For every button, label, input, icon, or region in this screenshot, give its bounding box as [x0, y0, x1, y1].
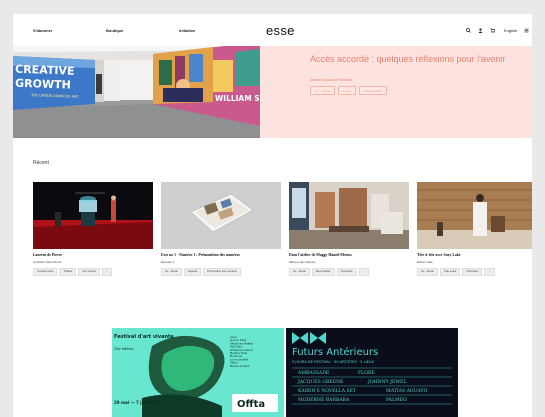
ad-futurs-lineup: FLORE — [358, 370, 375, 376]
article-title[interactable]: Dans l'atelier de Maggy Hamel-Metsos — [289, 253, 409, 258]
article-author[interactable]: Christian Saint-Pierre — [33, 260, 153, 264]
article-thumbnail[interactable] — [289, 182, 409, 249]
nav-link-subscribe[interactable]: S'abonner — [33, 28, 52, 33]
ad-futurs-subtitle: 5 JOURS DE FESTIVAL · 50 ARTISTES · 5 LI… — [292, 360, 375, 364]
ad-offta-logo: Offta — [237, 399, 265, 410]
ad-offta-title: Festival d'art vivante — [114, 334, 174, 340]
article-tag[interactable]: Capsule — [183, 267, 202, 276]
section-title-recent: Récent — [33, 160, 49, 166]
article-tag[interactable]: Chronique — [336, 267, 357, 276]
article-card[interactable]: Dans l'atelier de Maggy Hamel-Metsos Mar… — [289, 182, 409, 276]
article-thumbnail[interactable] — [417, 182, 532, 249]
mural-text-william-scott: WILLIAM SCOTT — [215, 94, 260, 103]
hero-title[interactable]: Accès accordé : quelques réflexions pour… — [310, 54, 520, 65]
ad-futurs-title: Futurs Antérieurs — [292, 346, 378, 358]
article-title[interactable]: Esse no 1 - Numéro 1 : Prémonition des n… — [161, 253, 281, 258]
user-icon[interactable] — [478, 28, 483, 33]
article-tag[interactable]: Art · Social — [161, 267, 182, 276]
cart-icon[interactable] — [490, 28, 495, 33]
article-tag[interactable]: Chronique — [462, 267, 483, 276]
ad-futurs-lineup: JACQUES GREENE — [297, 379, 343, 385]
nav-icons: English — [466, 28, 529, 33]
ad-offta-dates: 29 mai — 7 juin 2025 — [114, 400, 161, 405]
article-tag[interactable]: Arts vivants — [78, 267, 100, 276]
article-tags: Compte rendu Théâtre Arts vivants ... — [33, 267, 153, 276]
hero-image[interactable]: CREATIVE GROWTH THE UPSIDE DOWN OF ART W… — [13, 46, 260, 138]
article-author[interactable]: Esther Hale — [417, 260, 532, 264]
menu-icon[interactable] — [524, 28, 529, 33]
ad-futurs-anterieurs[interactable]: Futurs Antérieurs 5 JOURS DE FESTIVAL · … — [286, 328, 458, 417]
article-tag[interactable]: Prémonition des numéros — [203, 267, 241, 276]
site-logo[interactable]: esse — [266, 23, 295, 38]
article-author[interactable]: Épisode 1 — [161, 260, 281, 264]
article-thumbnail[interactable] — [161, 182, 281, 249]
article-tag[interactable]: Compte rendu — [33, 267, 58, 276]
article-tag[interactable]: Dans l'atelier — [311, 267, 335, 276]
article-title[interactable]: Laurent de Pierre — [33, 253, 153, 258]
ad-offta-name: Pierre Lambert — [230, 364, 249, 368]
article-thumbnail[interactable] — [33, 182, 153, 249]
article-tag[interactable]: Tête-à-tête — [439, 267, 461, 276]
article-card[interactable]: Tête-à-tête avec Suzy Lake Esther Hale A… — [417, 182, 532, 276]
mural-text-growth: GROWTH — [15, 77, 71, 92]
hero-author[interactable]: Jessie McLaren Bédard — [310, 77, 352, 82]
hero-image-art: CREATIVE GROWTH THE UPSIDE DOWN OF ART W… — [13, 46, 260, 138]
hero-tags: Art · Social Accès Design social — [310, 86, 387, 95]
hero-tag[interactable]: Design social — [358, 86, 387, 95]
ad-futurs-art: Futurs Antérieurs 5 JOURS DE FESTIVAL · … — [286, 328, 458, 417]
search-icon[interactable] — [466, 28, 471, 33]
hero-tag[interactable]: Accès — [337, 86, 356, 95]
ad-futurs-lineup: KAREN'S NOVELLA SET — [298, 388, 357, 394]
article-author[interactable]: Marie-Lupin Dames — [289, 260, 409, 264]
article-tag[interactable]: ... — [101, 267, 112, 276]
article-tags: Art · Social Dans l'atelier Chronique ..… — [289, 267, 409, 276]
hero-panel: Accès accordé : quelques réflexions pour… — [260, 46, 532, 138]
nav-link-shop[interactable]: Boutique — [106, 28, 123, 33]
ad-futurs-lineup: MATIAS AGUAYO — [386, 388, 427, 394]
mural-text-creative: CREATIVE — [15, 63, 75, 78]
article-tag[interactable]: Théâtre — [59, 267, 77, 276]
ad-offta[interactable]: Festival d'art vivante 20e édition Anne J… — [112, 328, 284, 417]
article-card[interactable]: Laurent de Pierre Christian Saint-Pierre… — [33, 182, 153, 276]
hero-tag[interactable]: Art · Social — [310, 86, 335, 95]
article-card[interactable]: Esse no 1 - Numéro 1 : Prémonition des n… — [161, 182, 281, 276]
article-tags: Art · Social Capsule Prémonition des num… — [161, 267, 281, 276]
ad-futurs-lineup: AMBASSADE — [297, 370, 329, 376]
ad-futurs-lineup: PALMEO — [386, 397, 407, 403]
article-tag[interactable]: Art · Social — [417, 267, 438, 276]
ad-offta-subtitle: 20e édition — [114, 347, 134, 351]
page: S'abonner Boutique Initiative esse Engli… — [13, 14, 532, 417]
article-tag[interactable]: Art · Social — [289, 267, 310, 276]
language-switch[interactable]: English — [504, 28, 517, 33]
ad-futurs-lineup: JOHNNY JEWEL — [367, 379, 406, 385]
article-title[interactable]: Tête-à-tête avec Suzy Lake — [417, 253, 532, 258]
ad-offta-art: Festival d'art vivante 20e édition Anne J… — [112, 328, 284, 417]
article-tag[interactable]: ... — [484, 267, 495, 276]
ad-futurs-lineup: MODERNE BARBARA — [298, 397, 350, 403]
top-nav: S'abonner Boutique Initiative esse Engli… — [13, 14, 532, 46]
article-tag[interactable]: ... — [358, 267, 369, 276]
nav-link-initiative[interactable]: Initiative — [179, 28, 195, 33]
article-tags: Art · Social Tête-à-tête Chronique ... — [417, 267, 532, 276]
